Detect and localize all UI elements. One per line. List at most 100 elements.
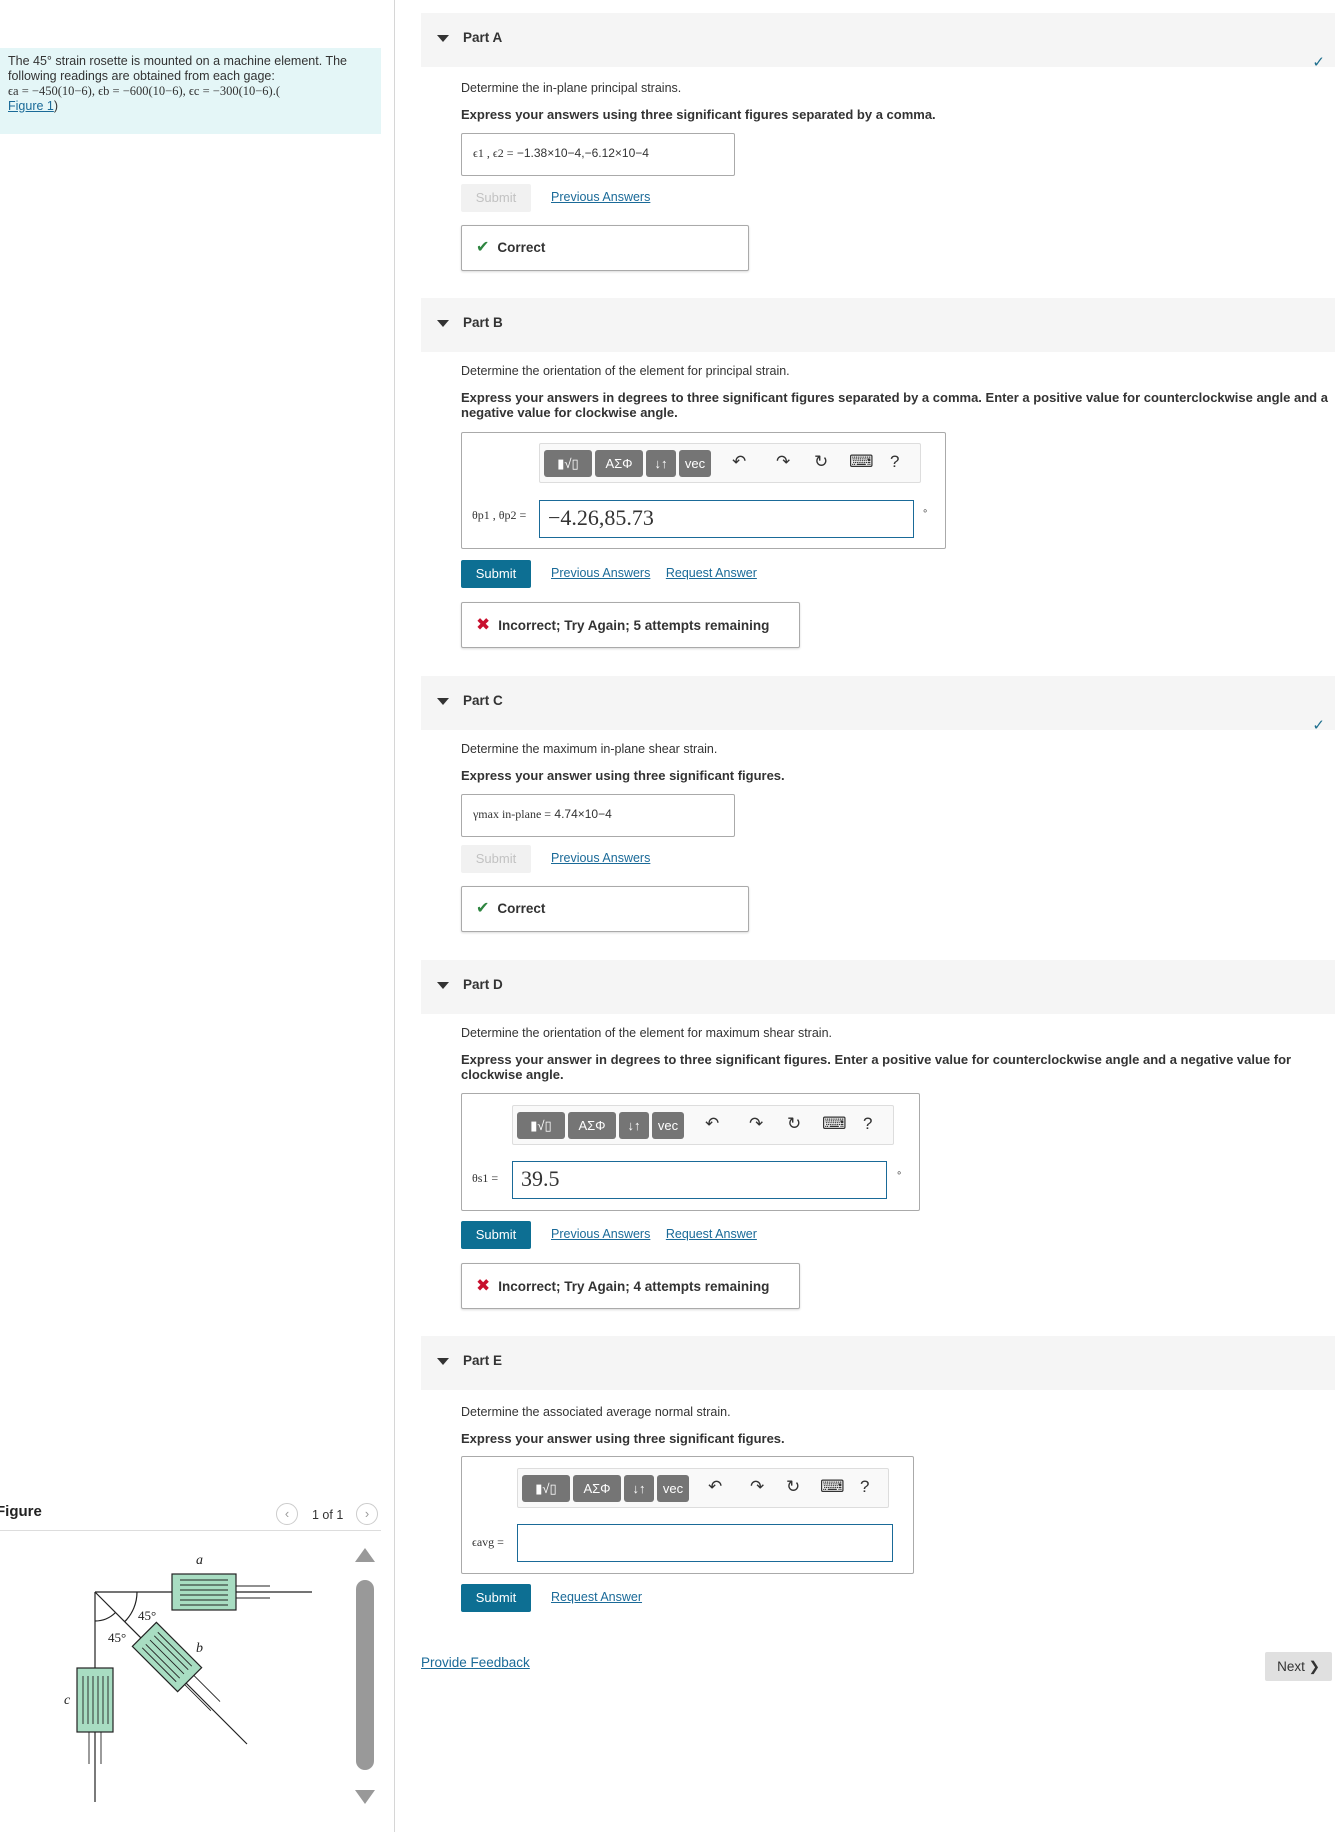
part-e-answer-editor: ▮√▯ ΑΣΦ ↓↑ vec ↶ ↷ ↻ ⌨ ? ϵavg = xyxy=(461,1456,914,1574)
part-d-feedback: ✖ Incorrect; Try Again; 4 attempts remain… xyxy=(461,1263,800,1309)
scroll-down-arrow[interactable] xyxy=(355,1790,375,1804)
help-icon[interactable]: ? xyxy=(890,452,899,472)
part-c-feedback: ✔ Correct xyxy=(461,886,749,932)
part-b-header[interactable]: Part B xyxy=(421,298,1335,352)
reset-icon[interactable]: ↻ xyxy=(814,452,828,472)
part-d-header[interactable]: Part D xyxy=(421,960,1335,1014)
templates-button[interactable]: ▮√▯ xyxy=(544,450,592,477)
part-b-submit-button[interactable]: Submit xyxy=(461,560,531,588)
figure-link-close: ) xyxy=(53,99,59,113)
part-a-feedback: ✔ Correct xyxy=(461,225,749,271)
part-e-header[interactable]: Part E xyxy=(421,1336,1335,1390)
degree-unit: ∘ xyxy=(896,1168,903,1179)
part-a-submit-button: Submit xyxy=(461,184,531,212)
reset-icon[interactable]: ↻ xyxy=(787,1114,801,1134)
part-d-submit-button[interactable]: Submit xyxy=(461,1221,531,1249)
part-a-header[interactable]: Part A ✓ xyxy=(421,13,1335,71)
help-icon[interactable]: ? xyxy=(863,1114,872,1134)
part-b-request-answer-link[interactable]: Request Answer xyxy=(666,566,757,580)
strain-rosette-figure: a b c 45° 45° xyxy=(64,1553,312,1802)
angle-arc-bottom xyxy=(94,1612,116,1622)
part-c-feedback-text: Correct xyxy=(497,901,546,916)
collapse-triangle-icon[interactable] xyxy=(437,35,449,42)
part-d-links: Previous Answers Request Answer xyxy=(551,1227,769,1241)
reset-icon[interactable]: ↻ xyxy=(786,1477,800,1497)
figure-pager-count: 1 of 1 xyxy=(312,1508,344,1522)
part-d-answer-editor: ▮√▯ ΑΣΦ ↓↑ vec ↶ ↷ ↻ ⌨ ? θs1 = 39.5 ∘ xyxy=(461,1093,920,1211)
angle-arc-top xyxy=(124,1591,138,1623)
keyboard-icon[interactable]: ⌨ xyxy=(820,1477,845,1497)
figure-scrollbar-thumb[interactable] xyxy=(356,1580,374,1770)
next-figure-button[interactable]: › xyxy=(356,1503,378,1525)
templates-button[interactable]: ▮√▯ xyxy=(517,1112,565,1139)
arrows-button[interactable]: ↓↑ xyxy=(646,450,676,477)
part-a-links: Previous Answers xyxy=(551,190,662,204)
keyboard-icon[interactable]: ⌨ xyxy=(822,1114,847,1134)
math-toolbar: ▮√▯ ΑΣΦ ↓↑ vec ↶ ↷ ↻ ⌨ ? xyxy=(512,1105,894,1145)
collapse-triangle-icon[interactable] xyxy=(437,320,449,327)
collapse-triangle-icon[interactable] xyxy=(437,1358,449,1365)
part-a-title: Part A xyxy=(463,30,503,45)
label-c: c xyxy=(64,1693,71,1708)
part-d-question: Determine the orientation of the element… xyxy=(461,1026,833,1040)
part-d-previous-answers-link[interactable]: Previous Answers xyxy=(551,1227,650,1241)
scroll-up-arrow[interactable] xyxy=(355,1548,375,1562)
redo-icon[interactable]: ↷ xyxy=(776,452,790,472)
angle-label-top: 45° xyxy=(138,1608,156,1623)
part-c-links: Previous Answers xyxy=(551,851,662,865)
templates-button[interactable]: ▮√▯ xyxy=(522,1475,570,1502)
part-d-answer-input[interactable]: 39.5 xyxy=(512,1161,887,1199)
part-e-request-answer-link[interactable]: Request Answer xyxy=(551,1590,642,1604)
checkmark-icon: ✔ xyxy=(476,239,490,256)
undo-icon[interactable]: ↶ xyxy=(705,1114,719,1134)
keyboard-icon[interactable]: ⌨ xyxy=(849,452,874,472)
undo-icon[interactable]: ↶ xyxy=(732,452,746,472)
part-b-title: Part B xyxy=(463,315,503,330)
part-a-question: Determine the in-plane principal strains… xyxy=(461,81,682,95)
part-a-previous-answers-link[interactable]: Previous Answers xyxy=(551,190,650,204)
arrows-button[interactable]: ↓↑ xyxy=(624,1475,654,1502)
part-d-title: Part D xyxy=(463,977,503,992)
collapse-triangle-icon[interactable] xyxy=(437,982,449,989)
part-b-previous-answers-link[interactable]: Previous Answers xyxy=(551,566,650,580)
greek-symbols-button[interactable]: ΑΣΦ xyxy=(595,450,643,477)
part-a-answer-value: −1.38×10−4,−6.12×10−4 xyxy=(516,146,649,160)
undo-icon[interactable]: ↶ xyxy=(708,1477,722,1497)
left-panel: The 45° strain rosette is mounted on a m… xyxy=(0,0,395,1832)
collapse-triangle-icon[interactable] xyxy=(437,698,449,705)
part-c-question: Determine the maximum in-plane shear str… xyxy=(461,742,718,756)
x-mark-icon: ✖ xyxy=(476,615,491,634)
part-c-answer-label: γmax in-plane = xyxy=(473,807,552,821)
part-c-answer-box: γmax in-plane = 4.74×10−4 xyxy=(461,794,735,837)
gage-b xyxy=(131,1621,221,1712)
part-b-eq-label: θp1 , θp2 = xyxy=(472,508,527,522)
figure-header: Figure ‹ 1 of 1 › xyxy=(0,1495,381,1531)
greek-symbols-button[interactable]: ΑΣΦ xyxy=(568,1112,616,1139)
vector-button[interactable]: vec xyxy=(657,1475,689,1502)
prev-figure-button[interactable]: ‹ xyxy=(276,1503,298,1525)
greek-symbols-button[interactable]: ΑΣΦ xyxy=(573,1475,621,1502)
part-e-title: Part E xyxy=(463,1353,503,1368)
part-b-question: Determine the orientation of the element… xyxy=(461,364,790,378)
part-b-feedback-text: Incorrect; Try Again; 5 attempts remaini… xyxy=(498,618,770,633)
redo-icon[interactable]: ↷ xyxy=(750,1477,764,1497)
vector-button[interactable]: vec xyxy=(652,1112,684,1139)
right-panel: Part A ✓ Determine the in-plane principa… xyxy=(396,0,1335,1832)
part-c-header[interactable]: Part C ✓ xyxy=(421,676,1335,734)
part-b-answer-input[interactable]: −4.26,85.73 xyxy=(539,500,914,538)
provide-feedback-link[interactable]: Provide Feedback xyxy=(421,1655,530,1670)
part-e-answer-input[interactable] xyxy=(517,1524,893,1562)
help-icon[interactable]: ? xyxy=(860,1477,869,1497)
arrows-button[interactable]: ↓↑ xyxy=(619,1112,649,1139)
part-b-links: Previous Answers Request Answer xyxy=(551,566,769,580)
part-e-submit-button[interactable]: Submit xyxy=(461,1584,531,1612)
vector-button[interactable]: vec xyxy=(679,450,711,477)
part-c-previous-answers-link[interactable]: Previous Answers xyxy=(551,851,650,865)
next-button[interactable]: Next ❯ xyxy=(1265,1652,1332,1681)
problem-text: The 45° strain rosette is mounted on a m… xyxy=(8,54,347,83)
redo-icon[interactable]: ↷ xyxy=(749,1114,763,1134)
math-toolbar: ▮√▯ ΑΣΦ ↓↑ vec ↶ ↷ ↻ ⌨ ? xyxy=(517,1468,889,1508)
part-e-eq-label: ϵavg = xyxy=(472,1535,504,1549)
part-d-request-answer-link[interactable]: Request Answer xyxy=(666,1227,757,1241)
figure-link[interactable]: Figure 1 xyxy=(8,99,54,113)
